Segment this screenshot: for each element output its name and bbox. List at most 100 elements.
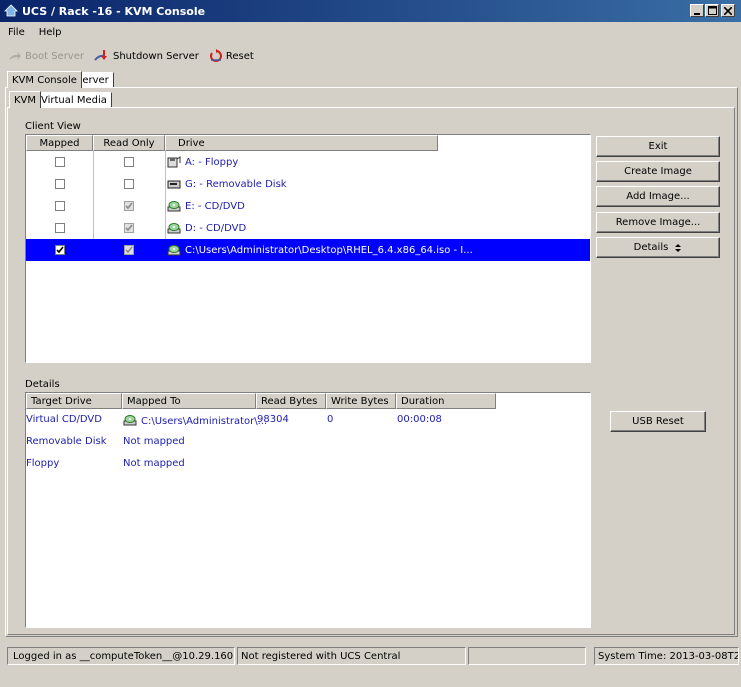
client-view-table[interactable]: Mapped Read Only Drive A: - Floppy G: - R… xyxy=(25,134,591,363)
drive-cell: G: - Removable Disk xyxy=(165,178,287,190)
status-system-time: System Time: 2013-03-08T22:04 xyxy=(594,647,739,665)
shutdown-server-button[interactable]: Shutdown Server xyxy=(94,49,199,63)
boot-server-icon xyxy=(9,52,21,60)
drive-label: G: - Removable Disk xyxy=(185,178,287,190)
drive-label: A: - Floppy xyxy=(185,156,239,168)
checkmark-icon xyxy=(125,224,133,232)
tab-kvm-console-label: KVM Console xyxy=(12,74,77,86)
read-only-checkbox[interactable] xyxy=(124,157,134,167)
details-row[interactable]: Virtual CD/DVD C:\Users\Administrator\...… xyxy=(26,410,590,432)
read-only-checkbox[interactable] xyxy=(124,245,134,255)
mapped-checkbox[interactable] xyxy=(54,179,65,189)
toolbar: Boot Server Shutdown Server Reset xyxy=(0,45,741,67)
central-text: Not registered with UCS Central xyxy=(241,650,401,662)
create-image-button[interactable]: Create Image xyxy=(596,161,720,182)
expand-toggle-icon xyxy=(675,243,682,252)
boot-server-label: Boot Server xyxy=(25,50,84,62)
col-write-bytes[interactable]: Write Bytes xyxy=(326,393,396,409)
close-button[interactable] xyxy=(721,4,735,17)
checkmark-icon xyxy=(55,246,64,254)
read-bytes-cell: 98304 xyxy=(257,414,289,425)
tab-virtual-media[interactable]: Virtual Media xyxy=(36,92,112,108)
details-header: Target Drive Mapped To Read Bytes Write … xyxy=(26,393,496,409)
window-title: UCS / Rack -16 - KVM Console xyxy=(22,4,206,18)
col-read-only[interactable]: Read Only xyxy=(93,135,165,151)
minimize-icon xyxy=(694,12,700,15)
checkmark-icon xyxy=(125,246,133,254)
maximize-button[interactable] xyxy=(705,4,719,17)
target-drive-cell: Floppy xyxy=(26,458,60,469)
details-label: Details xyxy=(25,379,60,390)
mapped-cell xyxy=(26,245,93,255)
floppy-icon xyxy=(167,156,181,168)
app-icon xyxy=(4,4,18,17)
read-only-checkbox[interactable] xyxy=(124,223,134,233)
col-drive[interactable]: Drive xyxy=(165,135,438,151)
tab-kvm[interactable]: KVM xyxy=(9,91,42,108)
add-image-button[interactable]: Add Image... xyxy=(596,186,720,207)
client-view-header: Mapped Read Only Drive xyxy=(26,135,438,151)
read-only-checkbox[interactable] xyxy=(124,179,134,189)
reset-button[interactable]: Reset xyxy=(209,49,254,63)
read-only-cell xyxy=(93,157,165,167)
menu-file[interactable]: File xyxy=(0,27,31,38)
col-read-bytes[interactable]: Read Bytes xyxy=(256,393,326,409)
details-row[interactable]: Floppy Not mapped xyxy=(26,454,590,476)
reset-icon xyxy=(209,49,222,62)
mapped-checkbox[interactable] xyxy=(54,157,65,167)
exit-button[interactable]: Exit xyxy=(596,136,720,157)
usb-reset-button[interactable]: USB Reset xyxy=(610,411,706,432)
minimize-button[interactable] xyxy=(690,4,704,17)
menu-bar: File Help xyxy=(0,23,741,41)
col-mapped-to[interactable]: Mapped To xyxy=(122,393,256,409)
mapped-cell xyxy=(26,157,93,167)
removable-disk-icon xyxy=(167,178,181,190)
client-view-row[interactable]: G: - Removable Disk xyxy=(26,173,590,195)
col-target-drive[interactable]: Target Drive xyxy=(26,393,122,409)
col-mapped[interactable]: Mapped xyxy=(26,135,93,151)
cd-dvd-icon xyxy=(167,222,181,234)
details-table[interactable]: Target Drive Mapped To Read Bytes Write … xyxy=(25,392,591,628)
drive-cell: A: - Floppy xyxy=(165,156,238,168)
boot-server-button[interactable]: Boot Server xyxy=(8,50,84,62)
tab-kvm-label: KVM xyxy=(14,94,37,106)
mapped-checkbox[interactable] xyxy=(54,223,65,233)
client-view-row[interactable]: C:\Users\Administrator\Desktop\RHEL_6.4.… xyxy=(26,239,590,261)
read-only-cell xyxy=(93,179,165,189)
status-bar: Logged in as __computeToken__@10.29.160.… xyxy=(0,645,741,667)
write-bytes-cell: 0 xyxy=(327,414,334,425)
title-bar[interactable]: UCS / Rack -16 - KVM Console xyxy=(0,0,741,22)
target-drive-cell: Removable Disk xyxy=(26,436,107,447)
drive-cell: E: - CD/DVD xyxy=(165,200,245,212)
close-icon xyxy=(724,6,732,15)
mapped-checkbox[interactable] xyxy=(54,201,65,211)
tab-kvm-console[interactable]: KVM Console xyxy=(7,71,82,88)
read-only-cell xyxy=(93,223,165,233)
cd-dvd-icon xyxy=(167,200,181,212)
drive-label: C:\Users\Administrator\Desktop\RHEL_6.4.… xyxy=(185,244,473,256)
tab-virtual-media-label: Virtual Media xyxy=(41,95,107,106)
shutdown-server-icon xyxy=(94,50,107,61)
drive-label: D: - CD/DVD xyxy=(185,222,247,234)
details-button[interactable]: Details xyxy=(596,237,720,258)
target-drive-cell: Virtual CD/DVD xyxy=(26,414,102,425)
mapped-to-cell: Not mapped xyxy=(123,458,185,469)
remove-image-button[interactable]: Remove Image... xyxy=(596,212,720,233)
menu-help[interactable]: Help xyxy=(31,27,68,38)
client-view-row[interactable]: D: - CD/DVD xyxy=(26,217,590,239)
client-view-label: Client View xyxy=(25,121,81,132)
read-only-checkbox[interactable] xyxy=(124,201,134,211)
col-duration[interactable]: Duration xyxy=(396,393,496,409)
read-only-cell xyxy=(93,245,165,255)
client-view-row[interactable]: E: - CD/DVD xyxy=(26,195,590,217)
drive-cell: D: - CD/DVD xyxy=(165,222,246,234)
shutdown-server-label: Shutdown Server xyxy=(113,50,199,62)
iso-image-icon xyxy=(167,244,181,256)
client-view-row[interactable]: A: - Floppy xyxy=(26,151,590,173)
mapped-to-cell: Not mapped xyxy=(123,436,185,447)
details-row[interactable]: Removable Disk Not mapped xyxy=(26,432,590,454)
maximize-icon xyxy=(707,6,717,15)
status-empty xyxy=(468,647,586,665)
mapped-checkbox[interactable] xyxy=(54,245,65,255)
checkmark-icon xyxy=(125,202,133,210)
